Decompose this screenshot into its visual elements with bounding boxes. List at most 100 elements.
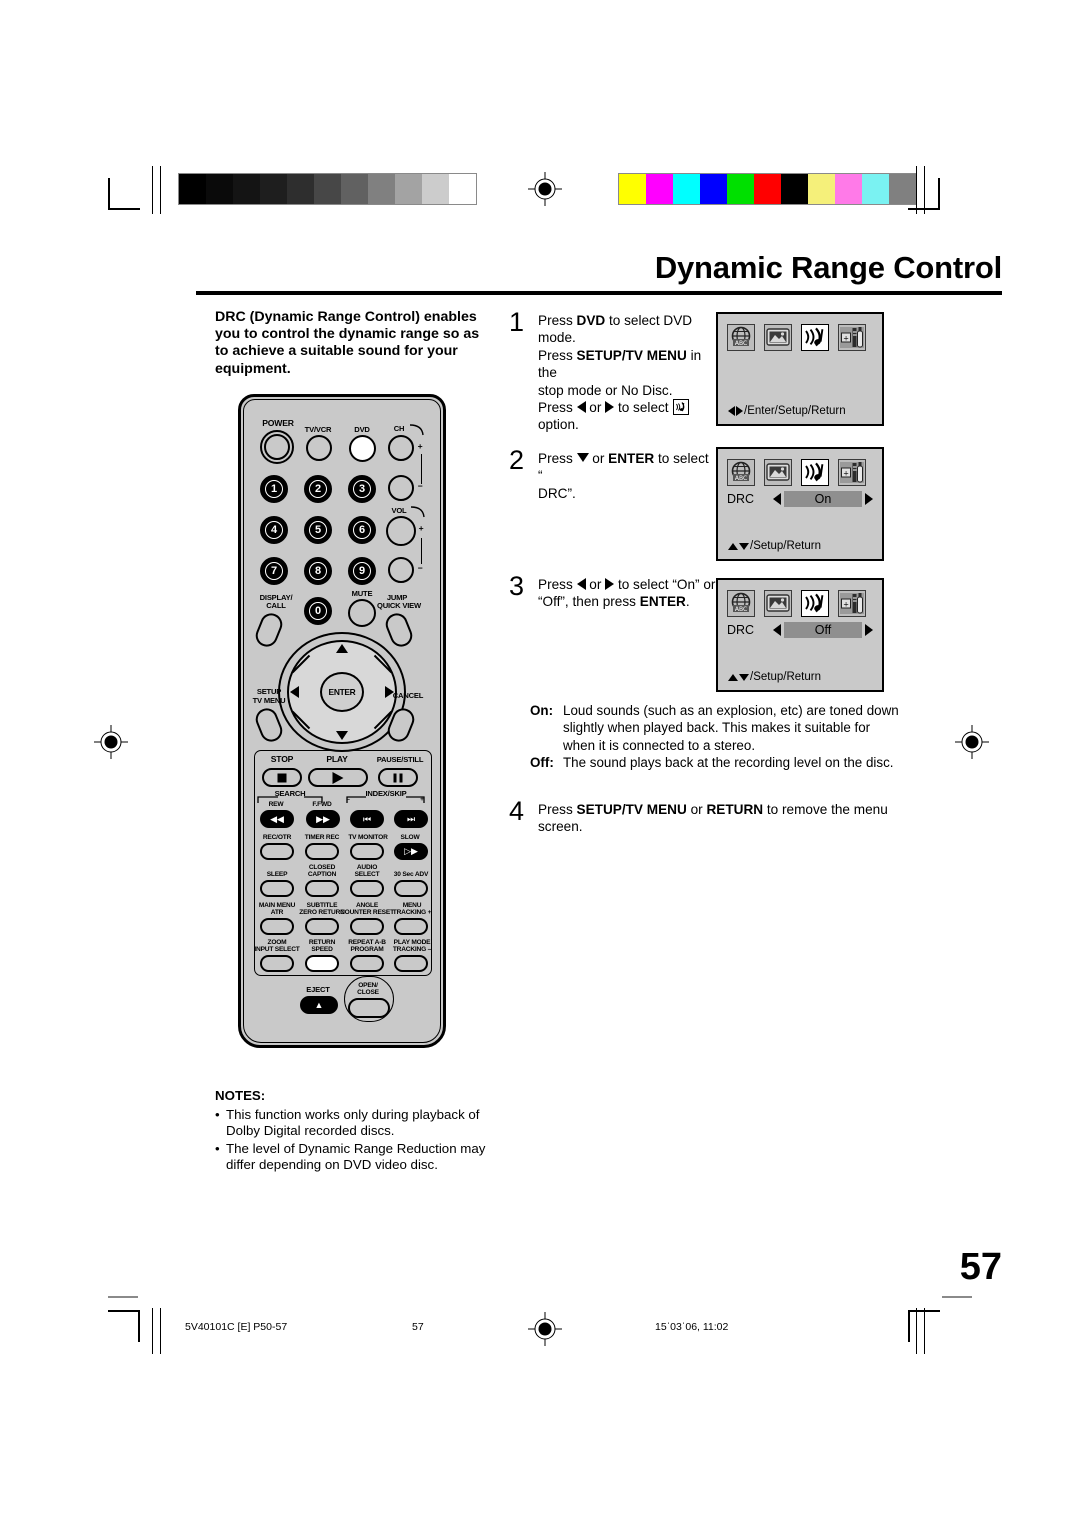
osd-drc-value[interactable]: Off (784, 622, 862, 638)
angle-counter-reset-button[interactable] (350, 918, 384, 935)
step1-l4a: Press (538, 400, 577, 416)
vol-up-button[interactable] (386, 516, 416, 546)
audio-select-button[interactable] (350, 880, 384, 897)
step3-l2b: ENTER (639, 594, 686, 610)
title-divider (196, 291, 1002, 295)
num-5-button[interactable]: 5 (304, 516, 332, 544)
osd-drc-value[interactable]: On (784, 491, 862, 507)
note-item: • The level of Dynamic Range Reduction m… (215, 1141, 495, 1174)
audio-speaker-icon[interactable] (801, 324, 829, 351)
picture-display-icon[interactable] (764, 459, 792, 486)
osd-drc-label: DRC (727, 492, 755, 506)
vol-minus-label: − (417, 563, 423, 573)
svg-text:ABC: ABC (735, 475, 747, 482)
picture-display-icon[interactable] (764, 590, 792, 617)
dpad-down-arrow-icon[interactable] (336, 731, 348, 740)
rewind-button[interactable]: ◀◀ (260, 810, 294, 828)
left-arrow-icon (728, 406, 735, 416)
dvd-button[interactable] (349, 435, 376, 462)
fastforward-button[interactable]: ▶▶ (306, 810, 340, 828)
vol-down-button[interactable] (388, 557, 414, 583)
language-globe-icon[interactable]: ABC (727, 324, 755, 351)
others-tools-icon[interactable]: + (838, 324, 866, 351)
onoff-text-off: The sound plays back at the recording le… (563, 755, 894, 771)
crop-mark-top-right-tick (916, 166, 917, 214)
pause-still-button[interactable] (378, 768, 418, 787)
language-globe-icon[interactable]: ABC (727, 459, 755, 486)
left-arrow-icon[interactable] (773, 493, 781, 505)
num-2-button[interactable]: 2 (304, 475, 332, 503)
step4-l1b: SETUP/TV MENU (576, 802, 687, 817)
colorbar-swatch (673, 174, 700, 204)
subtitle-zero-return-button[interactable] (305, 918, 339, 935)
step-1-text: Press DVD to select DVD mode. Press SETU… (538, 312, 716, 434)
closed-caption-button[interactable] (305, 880, 339, 897)
colorbar-swatch (341, 174, 368, 204)
ch-connector-line (421, 454, 422, 484)
num-4-button[interactable]: 4 (260, 516, 288, 544)
skip-previous-button[interactable]: ⏮ (350, 810, 384, 828)
dpad-up-arrow-icon[interactable] (336, 644, 348, 653)
others-tools-icon[interactable]: + (838, 459, 866, 486)
colorbar-swatch (808, 174, 835, 204)
language-globe-icon[interactable]: ABC (727, 590, 755, 617)
osd-footer-drc-off: /Setup/Return (728, 671, 821, 683)
colorbar-swatch (646, 174, 673, 204)
others-tools-icon[interactable]: + (838, 590, 866, 617)
eject-button[interactable]: ▲ (300, 996, 338, 1014)
step1-l4c: to select (614, 400, 673, 416)
timer-rec-button[interactable] (305, 843, 339, 860)
onoff-key-off: Off: (530, 755, 554, 771)
num-7-button[interactable]: 7 (260, 557, 288, 585)
step2-l1c: ENTER (608, 451, 655, 466)
30sec-adv-button[interactable] (394, 880, 428, 897)
play-button[interactable] (308, 768, 368, 787)
enter-button[interactable]: ENTER (320, 672, 364, 712)
down-arrow-icon (739, 673, 749, 681)
stop-button[interactable] (262, 768, 302, 787)
num-1-button[interactable]: 1 (260, 475, 288, 503)
skip-previous-icon: ⏮ (362, 813, 372, 824)
note-text: This function works only during playback… (226, 1106, 480, 1139)
main-menu-atr-button[interactable] (260, 918, 294, 935)
tv-monitor-label: TV MONITOR (348, 834, 388, 841)
slow-icon: ▷▶ (404, 846, 418, 856)
audio-speaker-icon[interactable] (801, 459, 829, 486)
osd-drc-value-wrap[interactable]: Off (773, 622, 873, 638)
num-9-button[interactable]: 9 (348, 557, 376, 585)
num-0-button[interactable]: 0 (304, 597, 332, 625)
return-speed-button[interactable] (305, 955, 339, 972)
num-6-button[interactable]: 6 (348, 516, 376, 544)
tvvcr-label: TV/VCR (304, 425, 332, 434)
num-8-button[interactable]: 8 (304, 557, 332, 585)
right-arrow-icon (605, 401, 615, 414)
ch-down-button[interactable] (388, 475, 414, 501)
sleep-button[interactable] (260, 880, 294, 897)
ch-up-button[interactable] (388, 435, 414, 461)
colorbar-swatch (368, 174, 395, 204)
colorbar-swatch (179, 174, 206, 204)
cancel-label: CANCEL (392, 691, 424, 700)
osd-footer-drc-on: /Setup/Return (728, 540, 821, 552)
play-mode-tracking-minus-button[interactable] (394, 955, 428, 972)
rec-otr-button[interactable] (260, 843, 294, 860)
num-3-button[interactable]: 3 (348, 475, 376, 503)
picture-display-icon[interactable] (764, 324, 792, 351)
repeat-ab-program-button[interactable] (350, 955, 384, 972)
skip-next-button[interactable]: ⏭ (394, 810, 428, 828)
audio-speaker-icon[interactable] (801, 590, 829, 617)
right-arrow-icon[interactable] (865, 493, 873, 505)
colorbar-swatch (422, 174, 449, 204)
osd-icon-row: ABC + (727, 590, 873, 617)
colorbar-swatch (233, 174, 260, 204)
osd-drc-value-wrap[interactable]: On (773, 491, 873, 507)
left-arrow-icon[interactable] (773, 624, 781, 636)
osd-footer-text: /Enter/Setup/Return (744, 405, 846, 417)
menu-tracking-plus-button[interactable] (394, 918, 428, 935)
slow-button[interactable]: ▷▶ (394, 843, 428, 860)
tv-monitor-button[interactable] (350, 843, 384, 860)
osd-icon-row: ABC + (727, 324, 873, 351)
zoom-input-select-button[interactable] (260, 955, 294, 972)
tvvcr-button[interactable] (306, 435, 332, 461)
right-arrow-icon[interactable] (865, 624, 873, 636)
